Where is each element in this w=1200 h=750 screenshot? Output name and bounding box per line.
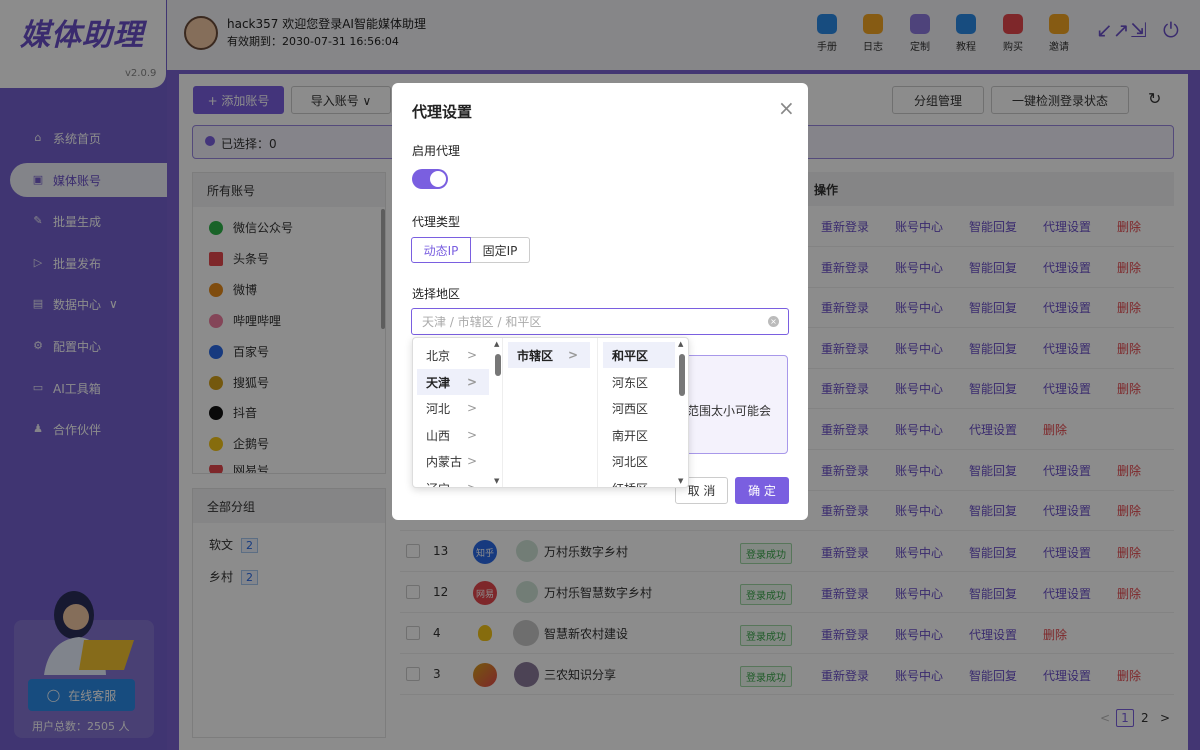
region-cascader: 北京> 天津> 河北> 山西> 内蒙古> 辽宁> ▲ ▼ 市辖区> 和平区 河东…: [412, 337, 689, 488]
district-option-selected[interactable]: 和平区: [603, 342, 675, 368]
dialog-title: 代理设置: [412, 103, 473, 121]
district-option[interactable]: 河北区: [603, 448, 675, 474]
chevron-right-icon: >: [466, 428, 477, 442]
hint-box: 范围太小可能会: [680, 355, 788, 454]
scroll-up-icon[interactable]: ▲: [678, 340, 683, 348]
region-placeholder: 天津 / 市辖区 / 和平区: [422, 315, 542, 329]
scroll-up-icon[interactable]: ▲: [494, 340, 499, 348]
district-option[interactable]: 南开区: [603, 422, 675, 448]
chevron-right-icon: >: [567, 348, 578, 362]
district-scrollbar[interactable]: [679, 354, 685, 396]
chevron-right-icon: >: [466, 348, 477, 362]
chevron-right-icon: >: [466, 481, 477, 488]
city-column: 市辖区 >: [504, 338, 598, 487]
province-option[interactable]: 河北 >: [417, 395, 489, 421]
district-option[interactable]: 河西区: [603, 395, 675, 421]
chevron-right-icon: >: [466, 375, 477, 389]
district-option[interactable]: 红桥区: [603, 475, 675, 488]
city-option-selected[interactable]: 市辖区 >: [508, 342, 590, 368]
province-option[interactable]: 辽宁>: [417, 475, 489, 488]
province-option[interactable]: 内蒙古 >: [417, 448, 489, 474]
toggle-knob: [430, 171, 446, 187]
region-select-input[interactable]: 天津 / 市辖区 / 和平区 ×: [411, 308, 789, 335]
static-ip-option[interactable]: 固定IP: [471, 237, 530, 263]
province-option-selected[interactable]: 天津 >: [417, 369, 489, 395]
province-column: 北京> 天津> 河北> 山西> 内蒙古> 辽宁> ▲ ▼: [413, 338, 503, 488]
close-icon[interactable]: ×: [778, 96, 795, 120]
province-option[interactable]: 山西 >: [417, 422, 489, 448]
enable-proxy-label: 启用代理: [412, 144, 461, 158]
district-column: 和平区 河东区 河西区 南开区 河北区 红桥区 ▲ ▼: [599, 338, 688, 488]
confirm-button[interactable]: 确 定: [735, 477, 789, 504]
chevron-right-icon: >: [466, 401, 477, 415]
province-option[interactable]: 北京 >: [417, 342, 489, 368]
region-label: 选择地区: [412, 287, 461, 301]
proxy-type-label: 代理类型: [412, 215, 461, 229]
district-option[interactable]: 河东区: [603, 369, 675, 395]
scroll-down-icon[interactable]: ▼: [678, 477, 683, 485]
clear-icon[interactable]: ×: [768, 316, 779, 327]
chevron-right-icon: >: [466, 454, 477, 468]
dynamic-ip-option[interactable]: 动态IP: [411, 237, 471, 263]
hint-text: 范围太小可能会: [687, 404, 772, 418]
province-scrollbar[interactable]: [495, 354, 501, 376]
scroll-down-icon[interactable]: ▼: [494, 477, 499, 485]
